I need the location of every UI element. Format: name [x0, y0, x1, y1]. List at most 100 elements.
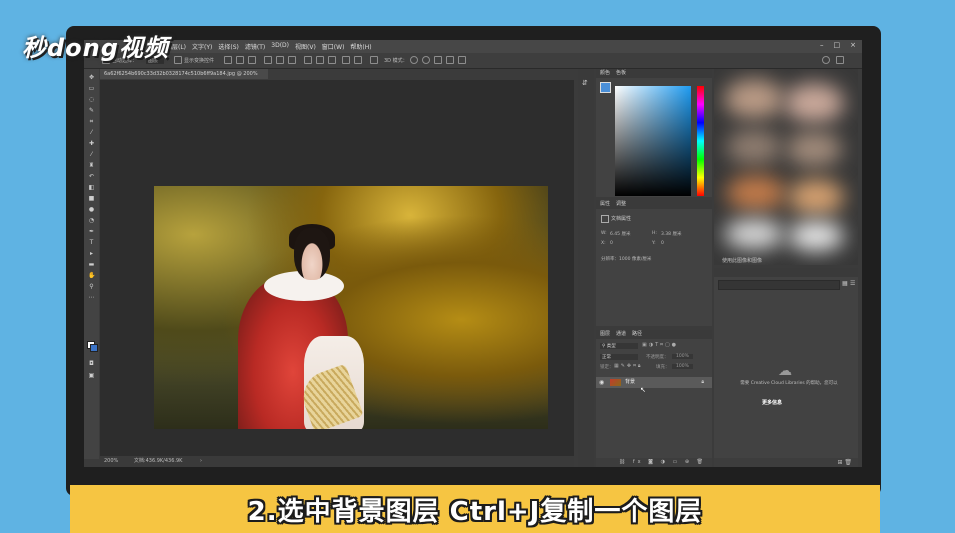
tab-channels[interactable]: 通道	[616, 330, 626, 339]
3d-scale-icon[interactable]	[458, 56, 466, 64]
align-right-icon[interactable]	[248, 56, 256, 64]
x-value[interactable]: 0	[610, 241, 613, 246]
h-value[interactable]: 3.38 厘米	[661, 231, 681, 237]
lock-icons[interactable]: ▦✎✥⌗🔒︎	[614, 363, 643, 369]
layer-row-background[interactable]: ◉ 背景 🔒︎	[596, 377, 712, 388]
library-search-input[interactable]	[718, 280, 840, 290]
distribute-top-icon[interactable]	[304, 56, 312, 64]
move-tool-icon[interactable]: ✥	[88, 75, 95, 81]
opacity-label: 不透明度：	[646, 355, 669, 360]
filter-icons[interactable]: ▣◑T⌗▢●	[642, 342, 678, 348]
grid-view-icon[interactable]: ▦	[842, 280, 848, 287]
quick-select-tool-icon[interactable]: ✎	[88, 108, 95, 114]
gradient-tool-icon[interactable]: ■	[88, 196, 95, 202]
background-color-swatch[interactable]	[90, 344, 98, 352]
eyedropper-tool-icon[interactable]: ⁄	[88, 130, 95, 136]
learn-more-link[interactable]: 更多信息	[762, 399, 782, 406]
libraries-footer[interactable]: ⊞ 🗑︎	[714, 458, 858, 467]
quick-mask-icon[interactable]: ◘	[88, 361, 95, 367]
list-view-icon[interactable]: ☰	[850, 280, 855, 287]
align-bottom-icon[interactable]	[288, 56, 296, 64]
3d-pan-icon[interactable]	[434, 56, 442, 64]
maximize-button[interactable]: □	[834, 41, 841, 49]
distribute-bottom-icon[interactable]	[328, 56, 336, 64]
menu-filter[interactable]: 滤镜(T)	[245, 42, 265, 51]
brush-tool-icon[interactable]: ⁄	[88, 152, 95, 158]
fill-input[interactable]: 100%	[672, 364, 693, 369]
3d-roll-icon[interactable]	[422, 56, 430, 64]
dodge-tool-icon[interactable]: ◔	[88, 218, 95, 224]
fill-label: 填充：	[656, 365, 670, 370]
w-value[interactable]: 6.45 厘米	[610, 231, 630, 237]
clone-stamp-tool-icon[interactable]: ♜	[88, 163, 95, 169]
eye-icon[interactable]: ◉	[599, 377, 604, 388]
close-button[interactable]: ×	[850, 41, 856, 49]
blurred-caption: 使用此图像和图像	[722, 258, 763, 264]
menu-items: 图层(L) 文字(Y) 选择(S) 滤镜(T) 3D(D) 视图(V) 窗口(W…	[166, 42, 372, 51]
lock-icon[interactable]: 🔒︎	[701, 377, 704, 388]
pen-tool-icon[interactable]: ✒	[88, 229, 95, 235]
zoom-level[interactable]: 200%	[104, 458, 118, 464]
menu-help[interactable]: 帮助(H)	[350, 42, 371, 51]
align-left-icon[interactable]	[224, 56, 232, 64]
distribute-middle-icon[interactable]	[316, 56, 324, 64]
opacity-input[interactable]: 100%	[672, 354, 693, 359]
menu-window[interactable]: 窗口(W)	[322, 42, 345, 51]
more-tools-icon[interactable]: ⋯	[88, 295, 95, 301]
history-brush-tool-icon[interactable]: ↶	[88, 174, 95, 180]
y-value[interactable]: 0	[661, 241, 664, 246]
color-picker-field[interactable]	[615, 86, 691, 196]
blurred-thumb	[726, 175, 786, 211]
3d-rotate-icon[interactable]	[410, 56, 418, 64]
crop-tool-icon[interactable]: ⌗	[88, 119, 95, 125]
3d-slide-icon[interactable]	[446, 56, 454, 64]
menu-view[interactable]: 视图(V)	[295, 42, 316, 51]
lasso-tool-icon[interactable]: ◌	[88, 97, 95, 103]
layers-footer-icons[interactable]: ⛓ fx ◙ ◑ ▭ ⊕ 🗑︎	[596, 458, 712, 467]
tab-properties[interactable]: 属性	[600, 200, 610, 209]
blurred-thumb	[788, 179, 844, 215]
blend-mode-dropdown[interactable]: 正常	[600, 354, 638, 360]
figure-head-shape	[294, 228, 330, 280]
align-top-icon[interactable]	[264, 56, 272, 64]
hand-tool-icon[interactable]: ✋	[88, 273, 95, 279]
canvas-area[interactable]	[100, 80, 574, 456]
marquee-tool-icon[interactable]: ▭	[88, 86, 95, 92]
tab-swatches[interactable]: 色板	[616, 69, 626, 78]
document-tab[interactable]: 6a62f6254b690c33d32b0328174c510b6ff9a184…	[100, 69, 268, 87]
minimize-button[interactable]: –	[820, 41, 824, 49]
history-icon[interactable]: ⇵	[582, 79, 588, 87]
properties-title: 文档属性	[611, 216, 632, 222]
libraries-message: 需要 Creative Cloud Libraries 的帮助，您可以	[740, 381, 838, 386]
eraser-tool-icon[interactable]: ◧	[88, 185, 95, 191]
screen-mode-icon[interactable]: ▣	[88, 373, 95, 379]
layer-thumbnail	[610, 379, 621, 386]
menu-3d[interactable]: 3D(D)	[271, 42, 289, 51]
current-color-chip[interactable]	[600, 82, 611, 93]
healing-brush-tool-icon[interactable]: ✚	[88, 141, 95, 147]
color-panel: 颜色 色板	[596, 69, 712, 197]
shape-tool-icon[interactable]: ▬	[88, 262, 95, 268]
menu-type[interactable]: 文字(Y)	[192, 42, 212, 51]
distribute-right-icon[interactable]	[354, 56, 362, 64]
tab-paths[interactable]: 路径	[632, 330, 642, 339]
tab-color[interactable]: 颜色	[600, 69, 610, 78]
type-tool-icon[interactable]: T	[88, 240, 95, 246]
tab-adjustments[interactable]: 调整	[616, 200, 626, 209]
auto-align-icon[interactable]	[370, 56, 378, 64]
distribute-left-icon[interactable]	[342, 56, 350, 64]
menu-select[interactable]: 选择(S)	[218, 42, 239, 51]
zoom-tool-icon[interactable]: ⚲	[88, 284, 95, 290]
workspace-icon[interactable]	[836, 56, 844, 64]
align-center-icon[interactable]	[236, 56, 244, 64]
filter-search-icon: ⚲	[602, 344, 606, 349]
status-arrow-icon[interactable]: ›	[200, 458, 202, 464]
libraries-panel-header	[714, 268, 858, 277]
tab-layers[interactable]: 图层	[600, 330, 610, 339]
align-middle-icon[interactable]	[276, 56, 284, 64]
hue-slider[interactable]	[697, 86, 704, 196]
kind-filter-dropdown[interactable]: ⚲ 类型	[600, 343, 638, 349]
blur-tool-icon[interactable]: ●	[88, 207, 95, 213]
search-icon[interactable]	[822, 56, 830, 64]
path-select-tool-icon[interactable]: ▸	[88, 251, 95, 257]
